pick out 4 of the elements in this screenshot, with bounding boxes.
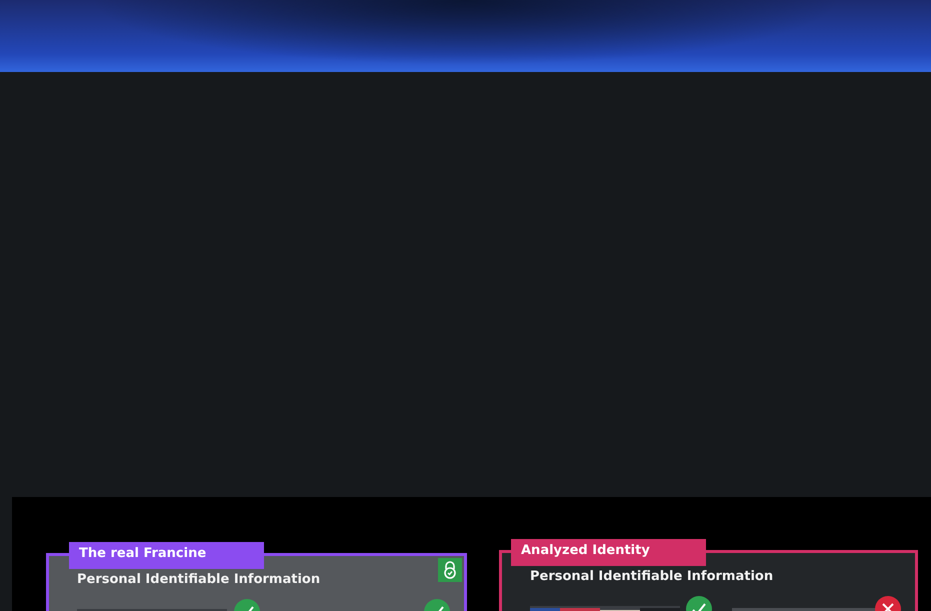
section-heading: Personal Identifiable Information — [77, 572, 322, 587]
card-title: The real Francine — [69, 542, 264, 569]
section-heading: Personal Identifiable Information — [530, 569, 774, 584]
card-title: Analyzed Identity — [511, 539, 706, 566]
